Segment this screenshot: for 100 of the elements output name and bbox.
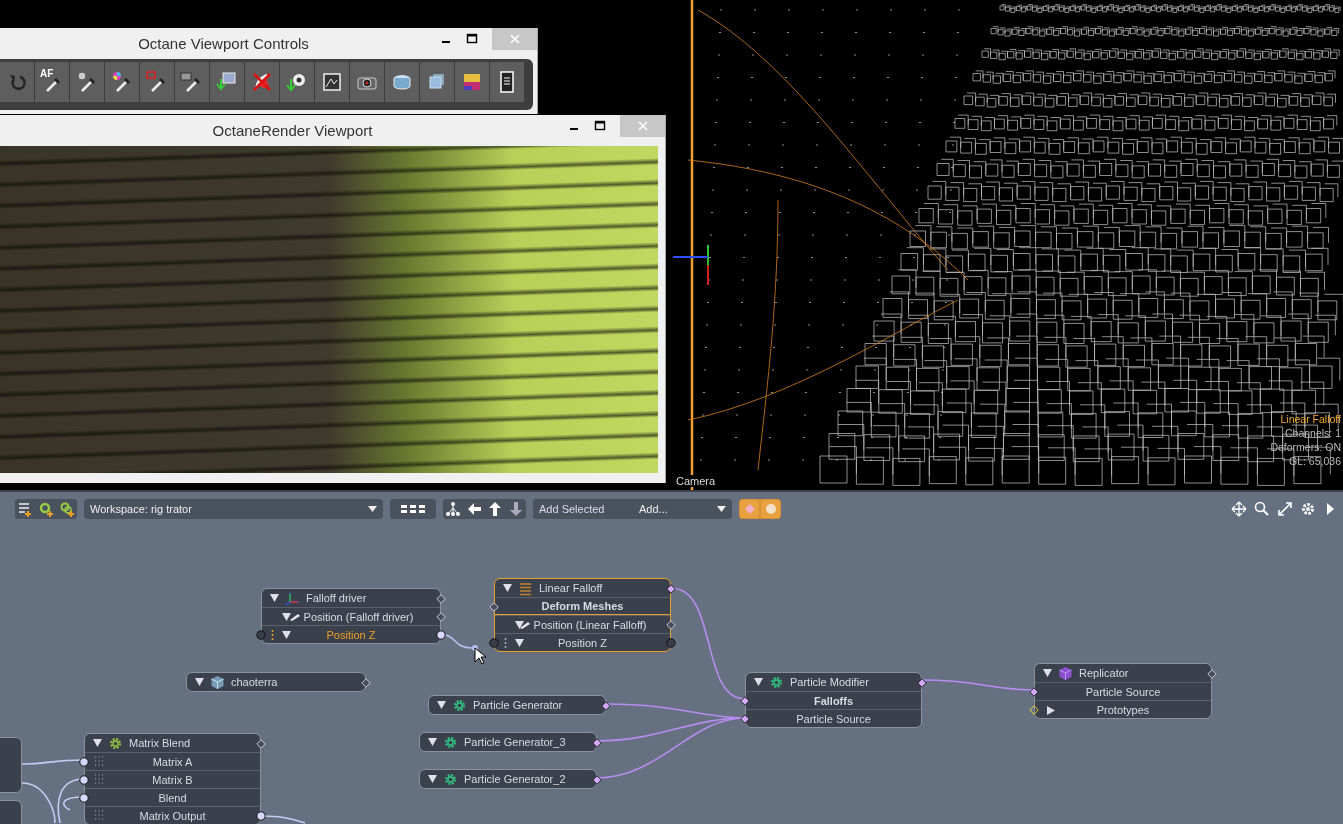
- connection-port[interactable]: [740, 695, 750, 706]
- toggle-button[interactable]: [761, 500, 780, 518]
- connection-port[interactable]: [79, 756, 89, 767]
- toolbar-button[interactable]: [443, 499, 463, 519]
- port-label: Particle Source: [796, 712, 871, 725]
- collapse-arrow-icon[interactable]: [428, 738, 437, 746]
- toolbar-button[interactable]: [1277, 501, 1293, 517]
- collapse-arrow-icon[interactable]: [270, 594, 279, 602]
- arrow-down-icon: [508, 501, 524, 517]
- gear-icon: [108, 735, 123, 751]
- maximize-icon[interactable]: [466, 33, 478, 45]
- toolbar-button[interactable]: [1300, 501, 1316, 517]
- node-title: Replicator: [1079, 667, 1129, 679]
- add-gears-icon: [59, 501, 75, 517]
- toolbar-button[interactable]: [1254, 501, 1270, 517]
- cube-icon: [1058, 665, 1073, 681]
- grid-dots-icon: [94, 756, 104, 766]
- mouse-cursor-icon: [474, 647, 486, 665]
- gear-icon: [443, 734, 458, 750]
- collapse-arrow-icon[interactable]: [282, 613, 291, 621]
- collapse-arrow-icon[interactable]: [195, 678, 204, 686]
- grid-icon: [400, 504, 426, 514]
- collapse-arrow-icon[interactable]: [515, 639, 524, 647]
- collapse-arrow-icon[interactable]: [515, 621, 524, 629]
- connection-port[interactable]: [601, 700, 611, 711]
- port-label: Falloffs: [813, 694, 854, 707]
- window-title: OctaneRender Viewport: [212, 122, 373, 139]
- connection-port[interactable]: [79, 774, 89, 785]
- collapse-arrow-icon[interactable]: [754, 678, 763, 686]
- port-label: Matrix A: [152, 755, 193, 768]
- connection-port[interactable]: [436, 629, 446, 640]
- collapse-arrow-icon[interactable]: [428, 775, 437, 783]
- node-card[interactable]: chaoterra: [186, 672, 366, 692]
- port-label: Position Z: [558, 636, 607, 649]
- arrow-left-icon: [466, 501, 482, 517]
- node-card[interactable]: Particle Generator_3: [419, 732, 597, 752]
- tool-button[interactable]: [315, 62, 349, 102]
- node-title: Falloff driver: [306, 592, 367, 604]
- node-card[interactable]: Matrix Blend Matrix A Matrix B Blend Matrix Output: [84, 733, 261, 824]
- layout-button[interactable]: [390, 499, 436, 519]
- node-card[interactable]: Linear Falloff Deform Meshes Position (Linear Falloff) Position Z: [494, 578, 671, 652]
- node-card[interactable]: Particle Generator: [428, 695, 606, 715]
- diamond-icon: [743, 503, 756, 515]
- arrow-up-icon: [487, 501, 503, 517]
- port-label: Position (Linear Falloff): [533, 618, 647, 631]
- gear-icon: [769, 674, 784, 690]
- caret-icon: [368, 506, 377, 512]
- node-card[interactable]: Falloff driver Position (Falloff driver) Position Z: [261, 588, 441, 644]
- connection-port[interactable]: [740, 713, 750, 724]
- connection-wire: [21, 782, 56, 824]
- node-title: Linear Falloff: [539, 582, 603, 594]
- drag-handle-icon[interactable]: [504, 637, 507, 649]
- expand-arrow-icon[interactable]: [1047, 706, 1055, 715]
- node-card[interactable]: Particle Modifier Falloffs Particle Source: [745, 672, 922, 728]
- settings-icon: [1300, 501, 1316, 517]
- node-card[interactable]: Replicator Particle Source Prototypes: [1034, 663, 1212, 719]
- node-title: chaoterra: [231, 676, 278, 688]
- connection-port[interactable]: [256, 810, 266, 821]
- drag-handle-icon[interactable]: [271, 629, 274, 641]
- tool-button[interactable]: [490, 62, 524, 102]
- add-node-button[interactable]: [57, 499, 77, 519]
- toolbar-button[interactable]: [1231, 501, 1247, 517]
- hierarchy-icon: [445, 501, 461, 517]
- port-label: Position Z: [326, 628, 376, 641]
- port-label: Deform Meshes: [541, 600, 624, 612]
- connection-port[interactable]: [1029, 686, 1039, 697]
- tool-button[interactable]: [280, 62, 314, 102]
- camera-label: Camera: [674, 475, 718, 487]
- collapse-arrow-icon[interactable]: [503, 584, 512, 592]
- grid-dots-icon: [94, 810, 104, 820]
- caret-icon: [717, 506, 726, 512]
- connection-port[interactable]: [666, 583, 676, 594]
- workspace-dropdown[interactable]: Workspace: rig trator: [84, 499, 383, 519]
- node-card[interactable]: Particle Generator_2: [419, 769, 597, 789]
- axes-icon: [285, 590, 300, 606]
- close-icon: [637, 121, 648, 131]
- grid-dots-icon: [94, 774, 104, 784]
- node-title: Particle Generator_3: [464, 736, 566, 748]
- connection-port[interactable]: [592, 774, 602, 785]
- connection-port[interactable]: [592, 737, 602, 748]
- gear-icon: [443, 771, 458, 787]
- close-icon: [509, 34, 520, 44]
- tool-button[interactable]: AF: [35, 62, 69, 102]
- collapse-arrow-icon[interactable]: [282, 631, 291, 639]
- move-icon: [1231, 501, 1247, 517]
- expand-icon: [1277, 501, 1293, 517]
- collapse-arrow-icon[interactable]: [93, 739, 102, 747]
- collapse-arrow-icon[interactable]: [437, 701, 446, 709]
- collapse-arrow-icon[interactable]: [1043, 669, 1052, 677]
- node-title: Particle Generator: [473, 699, 563, 711]
- maximize-icon[interactable]: [594, 120, 606, 132]
- port-label: Matrix Output: [139, 809, 206, 822]
- port-label: Prototypes: [1096, 703, 1150, 716]
- connection-port[interactable]: [917, 677, 927, 688]
- port-label: Matrix B: [152, 773, 193, 786]
- connection-port[interactable]: [79, 792, 89, 803]
- port-label: Position (Falloff driver): [303, 610, 414, 623]
- port-label: Blend: [158, 791, 187, 804]
- window-title: Octane Viewport Controls: [138, 35, 309, 52]
- toggle-button[interactable]: [740, 500, 759, 518]
